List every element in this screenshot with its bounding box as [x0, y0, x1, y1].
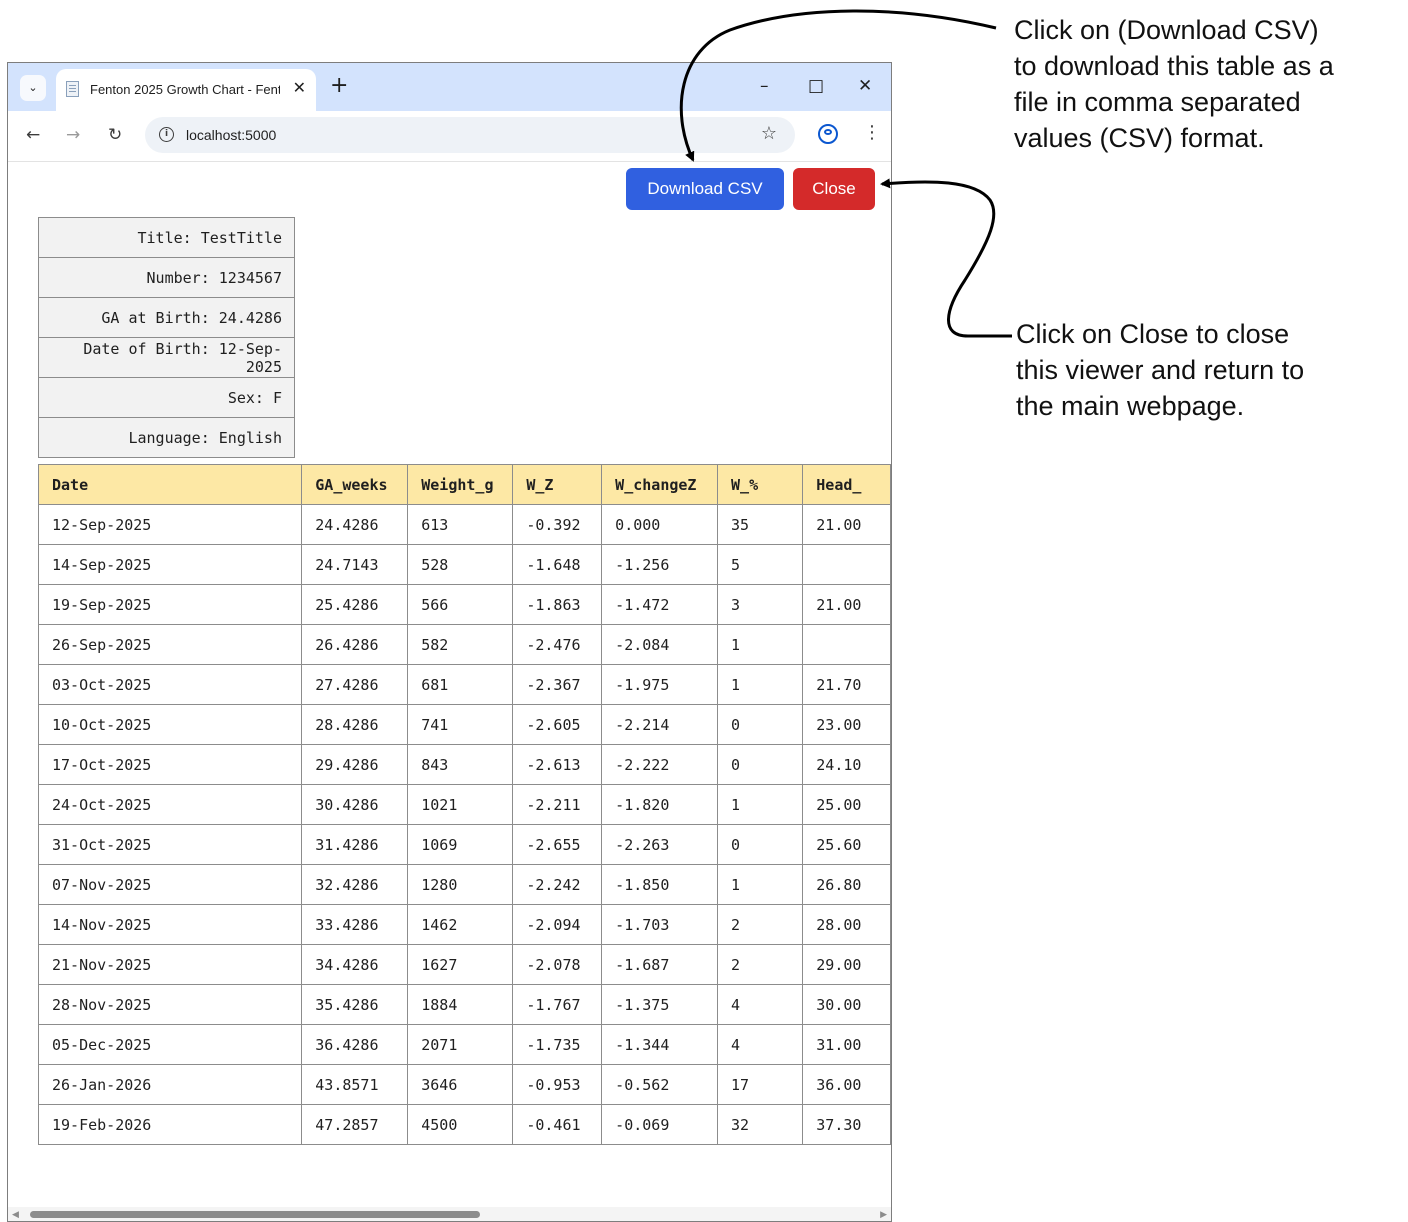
- annotation-arrows: [679, 9, 1012, 338]
- annotation-line: values (CSV) format.: [1014, 123, 1265, 153]
- annotation-line: file in comma separated: [1014, 87, 1301, 117]
- annotation-line: to download this table as a: [1014, 51, 1334, 81]
- annotation-line: this viewer and return to: [1016, 355, 1305, 385]
- close-annotation-arrow: [880, 178, 1012, 338]
- download-annotation-text: Click on (Download CSV) to download this…: [1014, 12, 1334, 156]
- annotation-line: Click on Close to close: [1016, 319, 1290, 349]
- annotation-line: Click on (Download CSV): [1014, 15, 1319, 45]
- close-annotation-text: Click on Close to close this viewer and …: [1016, 316, 1304, 424]
- annotation-line: the main webpage.: [1016, 391, 1245, 421]
- download-annotation-arrow: [679, 9, 997, 162]
